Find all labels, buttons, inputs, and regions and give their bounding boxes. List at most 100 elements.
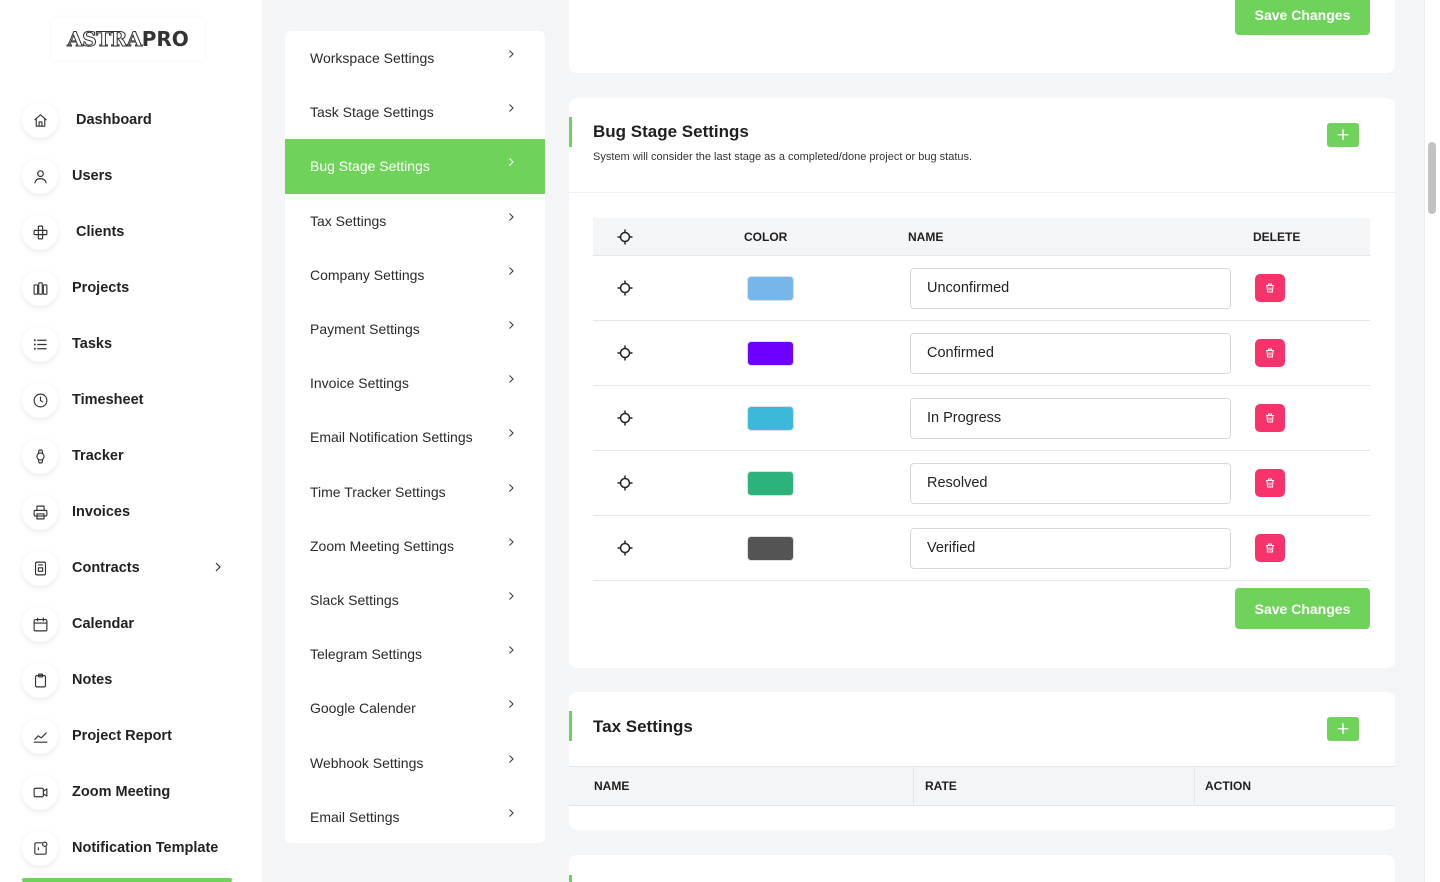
- column-divider: [913, 767, 914, 805]
- delete-stage-button[interactable]: [1255, 274, 1285, 302]
- nav-item-tracker[interactable]: Tracker: [22, 428, 252, 484]
- nav-item-notification-template[interactable]: Notification Template: [22, 820, 252, 876]
- trash-icon: [1266, 348, 1274, 358]
- chevron-right-icon: [509, 104, 514, 113]
- clipboard-icon: [22, 662, 58, 698]
- trash-icon: [1266, 478, 1274, 488]
- nav-item-clients[interactable]: Clients: [22, 204, 252, 260]
- settings-menu-item-zoom-meeting-settings[interactable]: Zoom Meeting Settings: [285, 519, 545, 573]
- settings-menu-item-invoice-settings[interactable]: Invoice Settings: [285, 356, 545, 410]
- settings-menu-label: Email Settings: [310, 808, 400, 825]
- stage-color-picker[interactable]: [747, 340, 794, 366]
- nav-item-zoom-meeting[interactable]: Zoom Meeting: [22, 764, 252, 820]
- drag-handle-icon[interactable]: [593, 539, 657, 557]
- stage-name-input[interactable]: [910, 527, 1231, 569]
- settings-menu-item-email-settings[interactable]: Email Settings: [285, 790, 545, 844]
- settings-menu-item-workspace-settings[interactable]: Workspace Settings: [285, 31, 545, 85]
- chevron-right-icon: [509, 158, 514, 167]
- color-swatch: [747, 340, 794, 366]
- nav-item-invoices[interactable]: Invoices: [22, 484, 252, 540]
- sidebar-active-indicator: [22, 878, 232, 882]
- color-swatch: [747, 470, 794, 496]
- chevron-right-icon: [509, 808, 514, 817]
- nav-item-contracts[interactable]: Contracts: [22, 540, 252, 596]
- delete-stage-button[interactable]: [1255, 469, 1285, 497]
- nav-item-project-report[interactable]: Project Report: [22, 708, 252, 764]
- nav-item-label: Tracker: [72, 448, 124, 464]
- stage-color-picker[interactable]: [747, 275, 794, 301]
- printer-icon: [22, 494, 58, 530]
- stage-name-input[interactable]: [910, 332, 1231, 374]
- card-title: Bug Stage Settings: [593, 122, 749, 141]
- tax-table-header: NAME RATE ACTION: [569, 766, 1395, 806]
- card-subtitle: System will consider the last stage as a…: [593, 151, 973, 163]
- add-tax-button[interactable]: +: [1327, 717, 1359, 741]
- settings-menu-item-time-tracker-settings[interactable]: Time Tracker Settings: [285, 465, 545, 519]
- chevron-right-icon: [509, 321, 514, 329]
- chart-icon: [22, 718, 58, 754]
- stage-name-input[interactable]: [910, 462, 1231, 504]
- nav-item-label: Project Report: [72, 728, 172, 744]
- nav-item-calendar[interactable]: Calendar: [22, 596, 252, 652]
- drag-handle-icon[interactable]: [593, 409, 657, 427]
- settings-menu-item-payment-settings[interactable]: Payment Settings: [285, 302, 545, 356]
- delete-stage-button[interactable]: [1255, 534, 1285, 562]
- trash-icon: [1266, 543, 1274, 553]
- stage-color-picker[interactable]: [747, 405, 794, 431]
- save-changes-button[interactable]: Save Changes: [1235, 588, 1370, 629]
- scrollbar-thumb[interactable]: [1428, 142, 1436, 214]
- stage-row: [593, 386, 1370, 451]
- chevron-right-icon: [509, 483, 514, 492]
- contract-icon: [22, 550, 58, 586]
- settings-menu-item-google-calender[interactable]: Google Calender: [285, 681, 545, 735]
- nav-item-label: Calendar: [72, 616, 135, 632]
- stage-name-input[interactable]: [910, 397, 1231, 439]
- main-sidebar: ASTRA PRO Dashboard Users Clients Projects Ta…: [0, 0, 262, 882]
- delete-stage-button[interactable]: [1255, 404, 1285, 432]
- previous-settings-card: Save Changes: [569, 0, 1395, 73]
- settings-menu-item-bug-stage-settings[interactable]: Bug Stage Settings: [285, 139, 545, 194]
- color-swatch: [747, 535, 794, 561]
- home-icon: [22, 102, 58, 138]
- stage-color-picker[interactable]: [747, 535, 794, 561]
- nav-item-label: Timesheet: [72, 392, 144, 408]
- nav-item-users[interactable]: Users: [22, 148, 252, 204]
- save-changes-button[interactable]: Save Changes: [1235, 0, 1370, 35]
- calendar-icon: [22, 606, 58, 642]
- move-header-icon: [593, 228, 657, 246]
- delete-stage-button[interactable]: [1255, 339, 1285, 367]
- settings-menu-item-webhook-settings[interactable]: Webhook Settings: [285, 735, 545, 789]
- chevron-right-icon: [509, 754, 514, 763]
- nav-item-label: Notes: [72, 672, 113, 688]
- settings-menu-item-telegram-settings[interactable]: Telegram Settings: [285, 627, 545, 681]
- nav-item-notes[interactable]: Notes: [22, 652, 252, 708]
- nav-item-label: Users: [72, 168, 113, 184]
- settings-menu-item-task-stage-settings[interactable]: Task Stage Settings: [285, 85, 545, 139]
- clock-icon: [22, 382, 58, 418]
- settings-menu-item-tax-settings[interactable]: Tax Settings: [285, 194, 545, 248]
- settings-menu-label: Company Settings: [310, 266, 425, 283]
- add-stage-button[interactable]: +: [1327, 123, 1359, 147]
- drag-handle-icon[interactable]: [593, 474, 657, 492]
- stage-color-picker[interactable]: [747, 470, 794, 496]
- table-header: COLOR NAME DELETE: [593, 218, 1370, 256]
- settings-menu-item-email-notification-settings[interactable]: Email Notification Settings: [285, 410, 545, 464]
- app-logo[interactable]: ASTRA PRO: [52, 18, 204, 60]
- nav-item-timesheet[interactable]: Timesheet: [22, 372, 252, 428]
- scrollbar-track[interactable]: [1424, 0, 1440, 882]
- settings-menu-item-company-settings[interactable]: Company Settings: [285, 248, 545, 302]
- user-icon: [22, 158, 58, 194]
- settings-menu: Workspace Settings Task Stage Settings Bug…: [285, 31, 545, 843]
- nav-item-projects[interactable]: Projects: [22, 260, 252, 316]
- drag-handle-icon[interactable]: [593, 279, 657, 297]
- title-accent-bar: [569, 711, 572, 741]
- stage-row: [593, 256, 1370, 321]
- settings-menu-item-slack-settings[interactable]: Slack Settings: [285, 573, 545, 627]
- nav-item-dashboard[interactable]: Dashboard: [22, 92, 252, 148]
- next-settings-card: [569, 855, 1395, 882]
- sidebar-nav: Dashboard Users Clients Projects Tasks Timesh…: [22, 92, 252, 876]
- stage-name-input[interactable]: [910, 267, 1231, 309]
- nav-item-tasks[interactable]: Tasks: [22, 316, 252, 372]
- drag-handle-icon[interactable]: [593, 344, 657, 362]
- logo-text: ASTRA: [67, 27, 143, 52]
